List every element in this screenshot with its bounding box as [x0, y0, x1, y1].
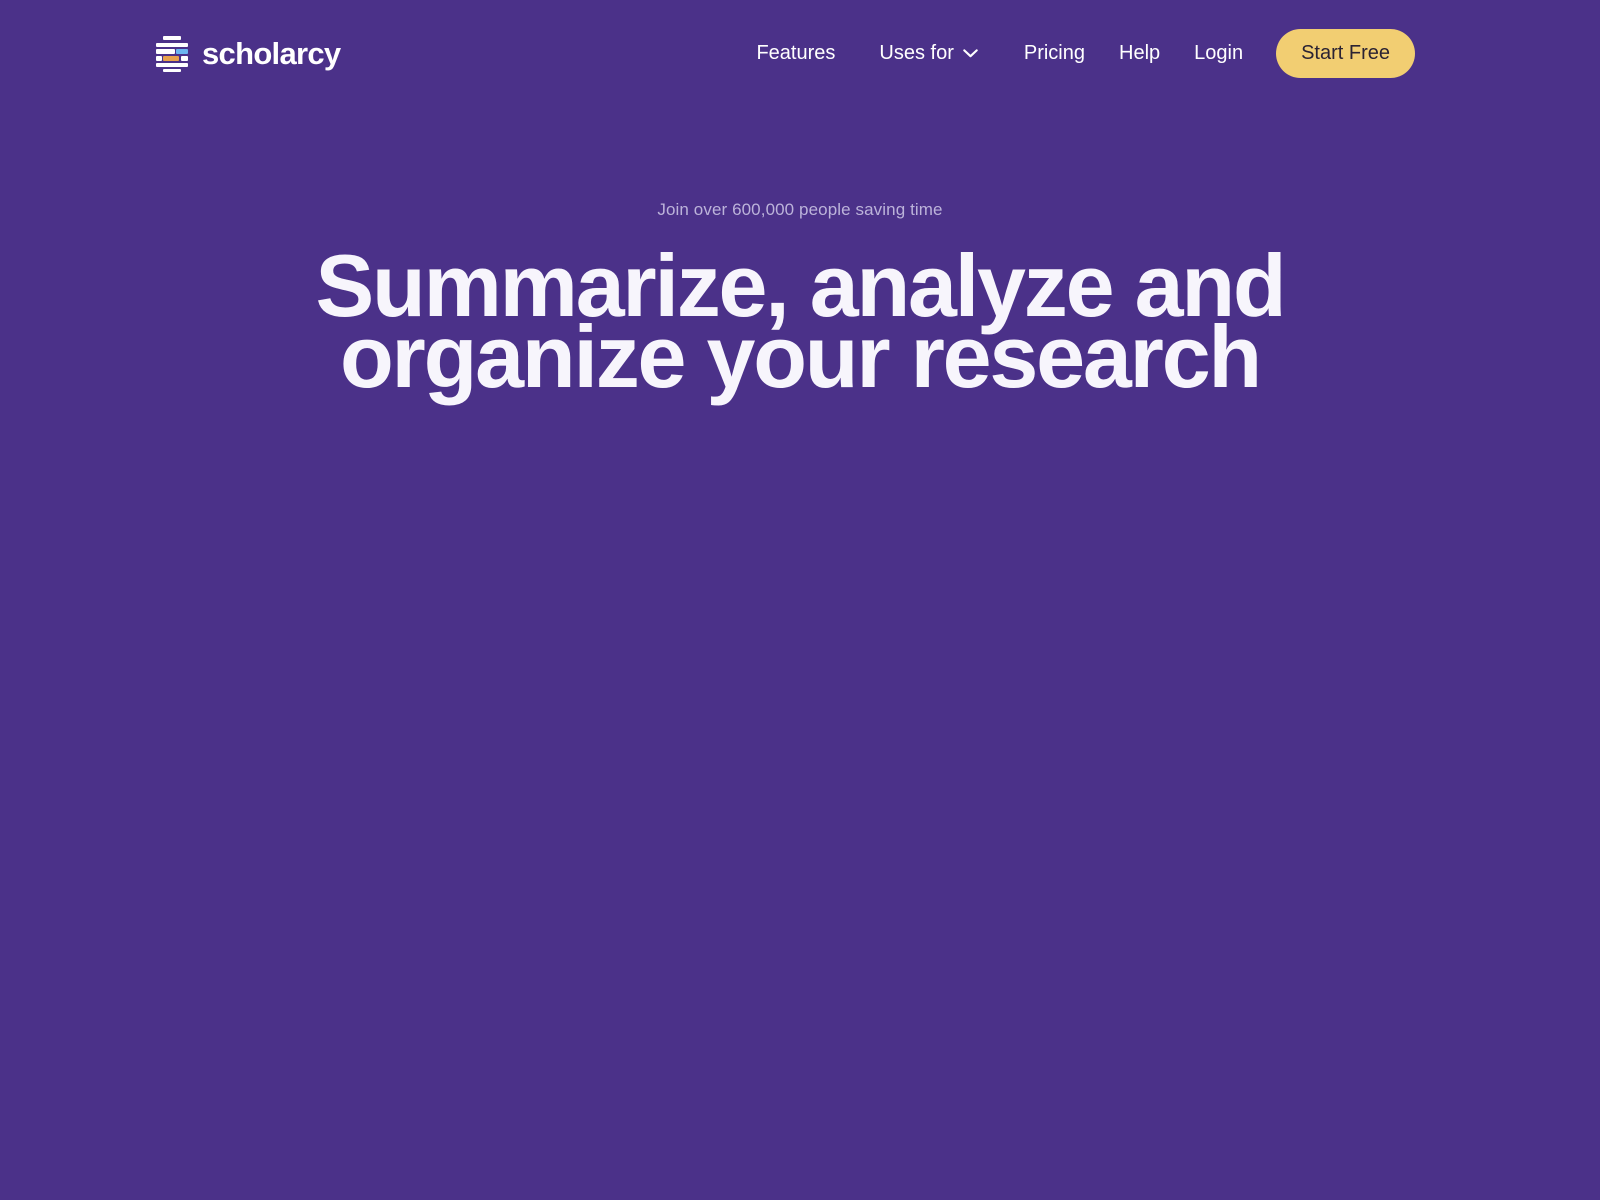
- brand-logo-link[interactable]: scholarcy: [155, 35, 341, 72]
- brand-wordmark: scholarcy: [202, 35, 341, 71]
- nav-item-features[interactable]: Features: [756, 43, 835, 63]
- nav-item-help[interactable]: Help: [1119, 43, 1160, 63]
- page-title: Summarize, analyze and organize your res…: [0, 242, 1600, 406]
- main-navigation: Features Uses for Pricing Help Login Sta…: [756, 28, 1415, 78]
- nav-item-pricing[interactable]: Pricing: [1024, 43, 1085, 63]
- site-header: scholarcy Features Uses for Pricing Help…: [0, 0, 1600, 106]
- nav-item-login[interactable]: Login: [1194, 43, 1243, 63]
- nav-item-uses-for-label: Uses for: [879, 42, 954, 64]
- nav-item-uses-for[interactable]: Uses for: [879, 42, 978, 64]
- hero-eyebrow-text: Join over 600,000 people saving time: [657, 200, 943, 219]
- start-free-button[interactable]: Start Free: [1276, 28, 1415, 78]
- chevron-down-icon: [963, 48, 978, 57]
- page-title-line-2: organize your research: [340, 307, 1262, 406]
- scholarcy-logo-icon: [155, 35, 189, 72]
- hero-section: Join over 600,000 people saving time Sum…: [0, 106, 1600, 406]
